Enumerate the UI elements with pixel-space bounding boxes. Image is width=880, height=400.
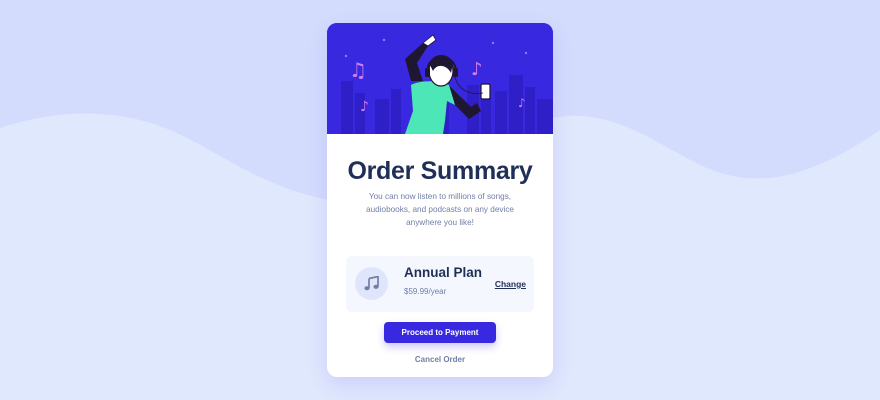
svg-text:♫: ♫ [349,58,367,82]
order-summary-card: ♫ ♪ ♪ ♪ Order Summary You can now listen… [327,23,553,377]
cancel-order-button[interactable]: Cancel Order [384,352,496,366]
plan-summary: Annual Plan $59.99/year Change [346,256,534,312]
proceed-to-payment-button[interactable]: Proceed to Payment [384,322,496,343]
svg-text:♪: ♪ [471,59,483,80]
order-description: You can now listen to millions of songs,… [366,192,514,227]
plan-name: Annual Plan [404,265,483,280]
change-plan-link[interactable]: Change [495,279,526,289]
plan-price: $59.99/year [404,287,447,296]
svg-text:♪: ♪ [518,96,526,110]
music-note-icon [355,267,388,300]
hero-illustration: ♫ ♪ ♪ ♪ [327,23,553,134]
page-title: Order Summary [347,157,533,185]
svg-text:♪: ♪ [360,99,369,115]
